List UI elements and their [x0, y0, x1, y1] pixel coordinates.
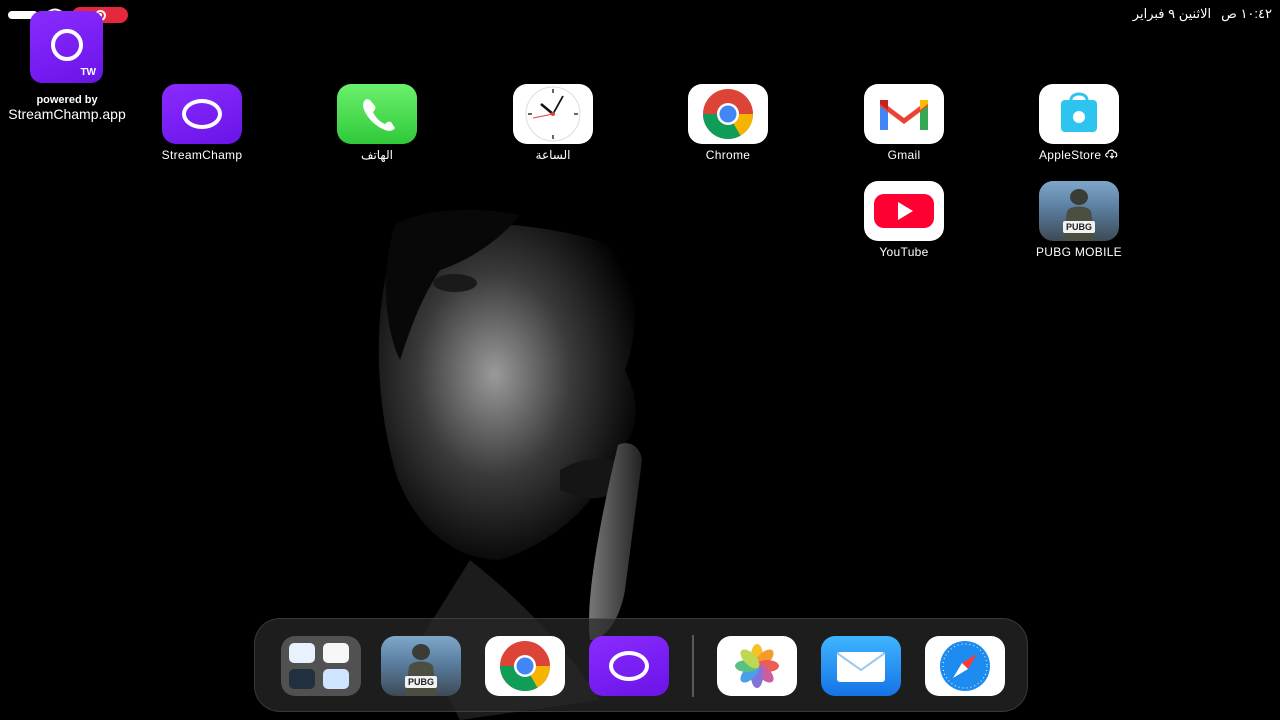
dock: PUBG [254, 618, 1028, 712]
app-label: الهاتف [361, 148, 393, 162]
app-pubg[interactable]: PUBG PUBG MOBILE [1019, 181, 1139, 259]
app-applestore[interactable]: AppleStore [1019, 84, 1139, 162]
app-label: StreamChamp [161, 148, 243, 162]
app-streamchamp[interactable]: StreamChamp [142, 84, 262, 162]
dock-chrome[interactable] [485, 636, 565, 696]
chrome-icon [499, 641, 550, 691]
dock-mail[interactable] [821, 636, 901, 696]
app-label: AppleStore [1019, 148, 1139, 162]
app-label: Gmail [887, 148, 921, 162]
app-label: Chrome [705, 148, 751, 162]
streamchamp-icon [609, 651, 649, 681]
appstore-icon [1039, 84, 1119, 144]
folder-mini-app-icon [289, 669, 315, 689]
pubg-icon: PUBG [1039, 181, 1119, 241]
folder-mini-safari-icon [323, 669, 349, 689]
app-label: PUBG MOBILE [1036, 245, 1122, 259]
gmail-icon [864, 84, 944, 144]
badge-text: TW [80, 67, 96, 78]
app-youtube[interactable]: YouTube [844, 181, 964, 259]
status-date: الاثنين ٩ فبراير [1132, 6, 1212, 21]
pubg-icon-text: PUBG [408, 677, 434, 687]
app-phone[interactable]: الهاتف [317, 84, 437, 162]
dock-app-folder[interactable] [281, 636, 361, 696]
mail-icon [836, 652, 886, 682]
powered-by-caption: powered by StreamChamp.app [0, 93, 134, 121]
safari-icon [940, 641, 990, 691]
app-label: الساعة [535, 148, 571, 162]
dock-safari[interactable] [925, 636, 1005, 696]
clock-icon [513, 84, 593, 144]
app-clock[interactable]: الساعة [493, 84, 613, 162]
phone-icon [337, 84, 417, 144]
dock-photos[interactable] [717, 636, 797, 696]
status-time: ١٠:٤٢ ص [1221, 6, 1272, 21]
powered-by-domain: StreamChamp.app [8, 106, 126, 122]
chrome-icon [688, 84, 768, 144]
streamchamp-ring-icon [51, 29, 83, 61]
folder-mini-app-icon [289, 643, 315, 663]
app-label-text: AppleStore [1038, 148, 1102, 162]
pubg-icon: PUBG [405, 644, 437, 696]
dock-streamchamp[interactable] [589, 636, 669, 696]
status-bar-right: ١٠:٤٢ ص الاثنين ٩ فبراير [1133, 6, 1272, 22]
dock-pubg[interactable]: PUBG [381, 636, 461, 696]
streamchamp-icon [162, 84, 242, 144]
streamchamp-overlay-badge[interactable]: TW [30, 11, 103, 83]
app-chrome[interactable]: Chrome [668, 84, 788, 162]
pubg-icon-text: PUBG [1066, 222, 1092, 232]
app-gmail[interactable]: Gmail [844, 84, 964, 162]
app-label: YouTube [879, 245, 929, 259]
folder-mini-clock-icon [323, 643, 349, 663]
photos-icon [735, 644, 779, 688]
dock-separator [692, 635, 694, 697]
cloud-download-icon [1105, 149, 1118, 159]
youtube-icon [864, 181, 944, 241]
powered-by-text: powered by [36, 94, 98, 106]
